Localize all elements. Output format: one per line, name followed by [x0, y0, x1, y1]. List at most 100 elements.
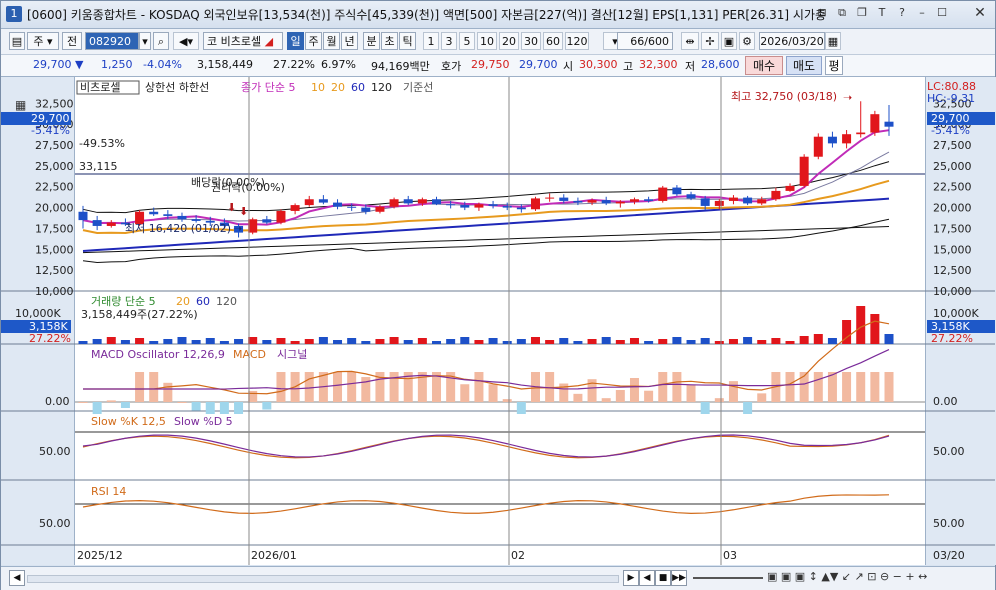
- legend-ma120[interactable]: 120: [371, 81, 392, 94]
- buy-button[interactable]: 매수: [745, 56, 783, 75]
- sell-button[interactable]: 매도: [786, 56, 822, 75]
- interval-120[interactable]: 120: [565, 32, 589, 50]
- help-icon[interactable]: ?: [895, 6, 909, 20]
- legend-ma10[interactable]: 10: [311, 81, 325, 94]
- save-icon[interactable]: ▣: [721, 32, 737, 50]
- volume-bar: [714, 341, 724, 344]
- volume-bar: [827, 338, 837, 344]
- play-icon[interactable]: ◀: [639, 570, 655, 586]
- tab-day[interactable]: 일: [287, 32, 304, 50]
- tab-second[interactable]: 초: [381, 32, 398, 50]
- macd-bar: [163, 382, 173, 402]
- macd-bar: [601, 398, 611, 402]
- candle-body: [870, 114, 880, 133]
- chart-canvas[interactable]: 32,50032,50030,00030,00027,50027,50025,0…: [1, 77, 995, 565]
- avg-button[interactable]: 평: [825, 56, 843, 75]
- left-val-annotation: 33,115: [79, 160, 118, 173]
- stop-icon[interactable]: ■: [655, 570, 671, 586]
- link-icon[interactable]: ⊟: [815, 6, 829, 20]
- scroll-left-icon[interactable]: ◀: [9, 570, 25, 586]
- interval-5[interactable]: 5: [459, 32, 475, 50]
- date-input[interactable]: 2026/03/20: [759, 32, 825, 50]
- zoom-slider[interactable]: [693, 577, 763, 579]
- legend-stock-name[interactable]: 비츠로셀: [80, 81, 120, 94]
- legend-base[interactable]: 기준선: [403, 81, 433, 94]
- stock-name-field[interactable]: 코 비츠로셀 ◢: [203, 32, 283, 50]
- volume-bar: [644, 341, 654, 344]
- market-type-select[interactable]: 주 ▾: [27, 32, 59, 50]
- ask-label: 호가: [441, 60, 462, 73]
- horizontal-scrollbar[interactable]: [27, 575, 619, 583]
- interval-30[interactable]: 30: [521, 32, 541, 50]
- volume-bars: [78, 306, 894, 344]
- stock-code-input[interactable]: 082920: [85, 32, 139, 50]
- low-price: 28,600: [701, 58, 740, 71]
- rsi-legend[interactable]: RSI 14: [91, 485, 126, 498]
- panel-menu-icon[interactable]: ▦: [15, 98, 26, 112]
- code-dropdown-icon[interactable]: ▾: [139, 32, 151, 50]
- tab-month[interactable]: 월: [323, 32, 340, 50]
- price-tick-left: 22,500: [35, 181, 74, 194]
- data-count-field[interactable]: 66/600: [617, 32, 673, 50]
- interval-3[interactable]: 3: [441, 32, 457, 50]
- prev-button[interactable]: 전: [62, 32, 82, 50]
- window-number-badge[interactable]: 1: [6, 6, 22, 22]
- open-price: 30,300: [579, 58, 618, 71]
- calendar-icon[interactable]: ▦: [825, 32, 841, 50]
- tab-year[interactable]: 년: [341, 32, 358, 50]
- macd-bar: [248, 390, 258, 402]
- macd-bar: [728, 381, 738, 402]
- interval-20[interactable]: 20: [499, 32, 519, 50]
- tab-tick[interactable]: 틱: [399, 32, 416, 50]
- macd-bar: [120, 402, 130, 408]
- sound-icon[interactable]: ◀▾: [173, 32, 199, 50]
- macd-legend-signal[interactable]: 시그널: [277, 348, 307, 361]
- volume-legend[interactable]: 거래량 단순 5: [91, 295, 156, 308]
- zoom-icon[interactable]: ⇹: [681, 32, 699, 50]
- scroll-right-icon[interactable]: ▶: [623, 570, 639, 586]
- macd-legend-osc[interactable]: MACD Oscillator 12,26,9: [91, 348, 225, 361]
- close-icon[interactable]: ✕: [973, 6, 987, 20]
- candle-body: [262, 219, 272, 223]
- volume-legend-60[interactable]: 60: [196, 295, 210, 308]
- chart-settings-icon[interactable]: ▤: [9, 32, 25, 50]
- legend-limits[interactable]: 상한선 하한선: [145, 80, 209, 94]
- candle-body: [516, 207, 526, 210]
- candle-body: [488, 204, 498, 206]
- toolbar-icons[interactable]: ▣ ▣ ▣ ↕ ▲▼ ↙ ↗ ⊡ ⊖ − + ↔: [767, 570, 927, 583]
- legend-ma60[interactable]: 60: [351, 81, 365, 94]
- macd-bar: [686, 384, 696, 402]
- cross-icon[interactable]: ✢: [701, 32, 719, 50]
- interval-10[interactable]: 10: [477, 32, 497, 50]
- price-tick-left: 15,000: [35, 243, 74, 256]
- restore-icon[interactable]: ❐: [855, 6, 869, 20]
- volume-bar: [516, 339, 526, 344]
- search-icon[interactable]: ⌕: [153, 32, 169, 50]
- tab-week[interactable]: 주: [305, 32, 322, 50]
- legend-ma20[interactable]: 20: [331, 81, 345, 94]
- maximize-icon[interactable]: ☐: [935, 6, 949, 20]
- count-value: 66: [630, 35, 645, 48]
- tab-minute[interactable]: 분: [363, 32, 380, 50]
- volume-bar: [219, 341, 229, 344]
- copy-window-icon[interactable]: ⧉: [835, 6, 849, 20]
- low-label: 저: [685, 60, 696, 73]
- volume-bar: [700, 338, 710, 344]
- minimize-icon[interactable]: –: [915, 6, 929, 20]
- fast-forward-icon[interactable]: ▶▶: [671, 570, 687, 586]
- stoch-legend-d[interactable]: Slow %D 5: [174, 415, 233, 428]
- interval-60[interactable]: 60: [543, 32, 563, 50]
- macd-bar: [516, 402, 526, 414]
- volume-bar: [120, 340, 130, 344]
- volume-bar: [276, 338, 286, 344]
- volume-bar: [375, 339, 385, 344]
- gear-icon[interactable]: ⚙: [739, 32, 755, 50]
- text-icon[interactable]: T: [875, 6, 889, 20]
- volume-legend-120[interactable]: 120: [216, 295, 237, 308]
- left-pct-annotation: -49.53%: [79, 137, 125, 150]
- price-change-pct: -4.04%: [143, 58, 182, 71]
- chart-area[interactable]: 32,50032,50030,00030,00027,50027,50025,0…: [1, 77, 996, 565]
- volume-legend-20[interactable]: 20: [176, 295, 190, 308]
- interval-1[interactable]: 1: [423, 32, 439, 50]
- stoch-legend-k[interactable]: Slow %K 12,5: [91, 415, 166, 428]
